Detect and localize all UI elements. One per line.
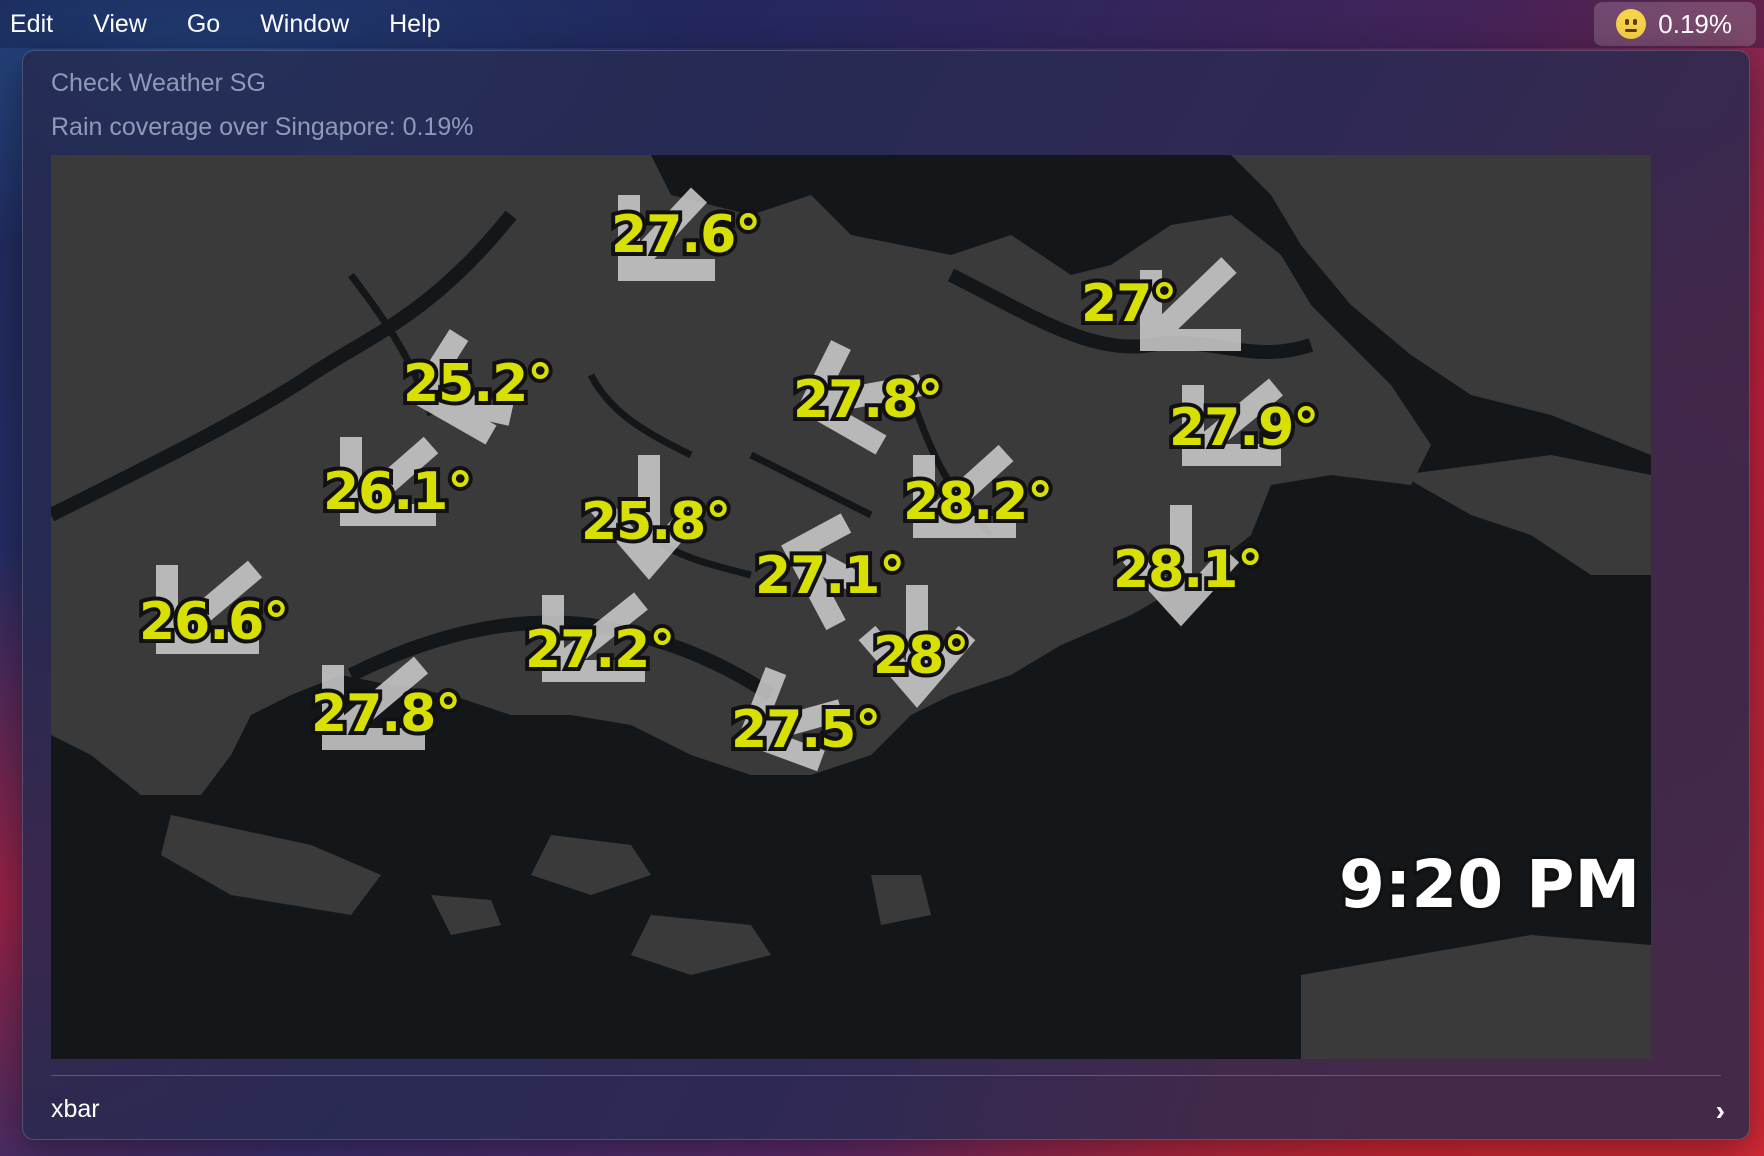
temp-label: 27.2° — [525, 620, 674, 680]
menu-edit[interactable]: Edit — [10, 10, 53, 39]
temp-label: 27° — [1081, 274, 1176, 334]
temp-label: 27.5° — [731, 700, 880, 760]
weather-map-image[interactable]: 27.6° 27° 25.2° 27.8° 27.9° 26.1° 28.2° … — [51, 155, 1651, 1059]
menu-view[interactable]: View — [93, 10, 147, 39]
rain-status-menu-item[interactable]: 0.19% — [1594, 2, 1756, 46]
slight-smile-emoji-icon — [1616, 9, 1647, 39]
map-land — [51, 155, 1651, 1059]
temp-label: 25.8° — [581, 492, 730, 552]
temp-label: 28.1° — [1113, 540, 1262, 600]
menu-window[interactable]: Window — [260, 10, 349, 39]
rain-coverage-text: Rain coverage over Singapore: 0.19% — [51, 113, 474, 141]
temp-label: 27.6° — [611, 205, 760, 265]
xbar-menu-item[interactable]: xbar — [51, 1095, 100, 1124]
temp-label: 27.1° — [755, 546, 904, 606]
menu-bar: Edit View Go Window Help 0.19% — [0, 0, 1764, 48]
plugin-title: Check Weather SG — [51, 69, 266, 97]
temp-label: 27.8° — [793, 370, 942, 430]
menu-divider — [51, 1075, 1721, 1076]
temp-label: 26.6° — [139, 592, 288, 652]
map-time-label: 9:20 PM — [1339, 846, 1640, 923]
temp-label: 27.9° — [1169, 398, 1318, 458]
temp-label: 28° — [873, 626, 968, 686]
chevron-right-icon[interactable]: › — [1716, 1095, 1725, 1127]
dropdown-menu-panel: Check Weather SG Rain coverage over Sing… — [22, 50, 1750, 1140]
temp-label: 25.2° — [403, 354, 552, 414]
temp-label: 26.1° — [323, 462, 472, 522]
temp-label: 28.2° — [903, 472, 1052, 532]
menu-go[interactable]: Go — [187, 10, 220, 39]
menu-help[interactable]: Help — [389, 10, 440, 39]
singapore-map: 27.6° 27° 25.2° 27.8° 27.9° 26.1° 28.2° … — [51, 155, 1651, 1059]
temp-label: 27.8° — [311, 684, 460, 744]
rain-status-value: 0.19% — [1658, 8, 1732, 39]
